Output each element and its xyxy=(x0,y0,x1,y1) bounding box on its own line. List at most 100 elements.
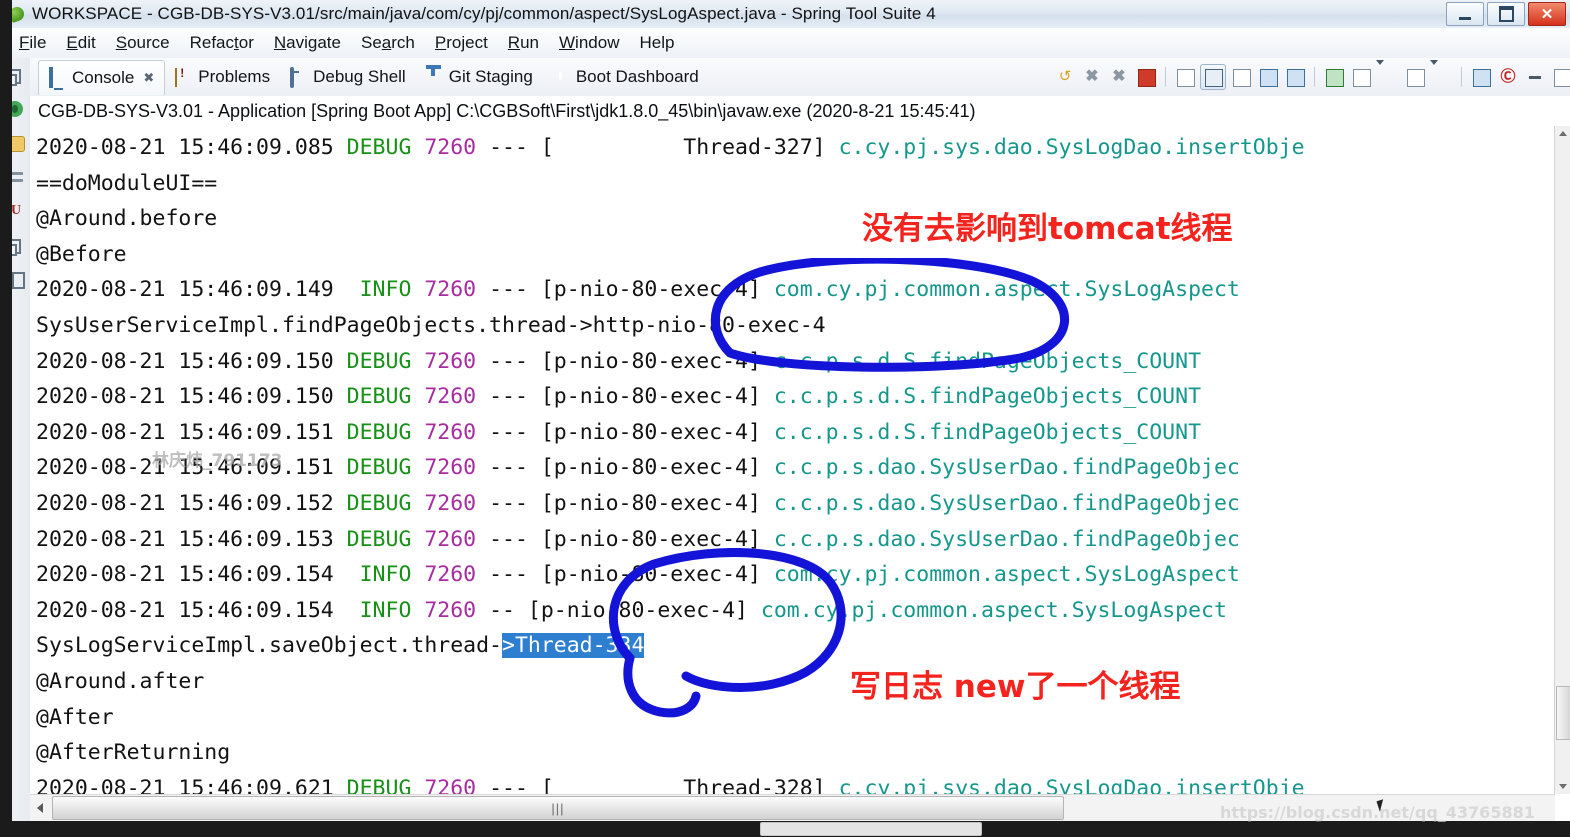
remove-all-terminated-icon[interactable] xyxy=(1229,65,1253,89)
title-bar: WORKSPACE - CGB-DB-SYS-V3.01/src/main/ja… xyxy=(0,0,1570,29)
tab-boot-dashboard[interactable]: Boot Dashboard xyxy=(543,60,709,94)
scroll-down-icon[interactable] xyxy=(1555,779,1570,794)
log-pid: 7260 xyxy=(411,562,477,588)
chevron-down-icon-1[interactable] xyxy=(1376,60,1400,89)
menu-help[interactable]: Help xyxy=(630,31,683,55)
menu-project[interactable]: Project xyxy=(426,31,497,55)
debug-shell-icon xyxy=(290,66,307,88)
menu-window[interactable]: Window xyxy=(550,31,628,55)
view-tab-bar: Console ✖ Problems Debug Shell Git Stagi… xyxy=(30,58,1570,97)
log-pid: 7260 xyxy=(411,384,477,410)
maximize-button[interactable] xyxy=(1487,2,1525,26)
log-pid: 7260 xyxy=(411,775,477,794)
menu-refactor[interactable]: Refactor xyxy=(181,31,263,55)
display-selected-console-icon[interactable] xyxy=(1349,65,1373,89)
log-logger: c.c.p.s.dao.SysUserDao.findPageObjec xyxy=(773,490,1240,516)
console-vertical-scrollbar[interactable] xyxy=(1554,126,1570,794)
console-line: SysUserServiceImpl.findPageObjects.threa… xyxy=(36,308,1555,344)
log-logger: com.cy.pj.common.aspect.SysLogAspect xyxy=(760,597,1227,623)
console-text: ==doModuleUI== xyxy=(36,170,218,196)
log-timestamp: 2020-08-21 15:46:09.621 xyxy=(36,775,347,794)
log-logger: c.cy.pj.sys.dao.SysLogDao.insertObje xyxy=(838,775,1305,794)
selected-thread-text[interactable]: >Thread-334 xyxy=(502,633,645,659)
console-line: @After xyxy=(36,700,1555,736)
log-pid: 7260 xyxy=(411,455,477,481)
console-line: ==doModuleUI== xyxy=(36,166,1555,202)
console-line: SysLogServiceImpl.saveObject.thread->Thr… xyxy=(36,628,1555,664)
stop-icon[interactable] xyxy=(1134,65,1158,89)
log-thread: --- [p-nio-80-exec-4] xyxy=(476,526,774,552)
tab-console-label: Console xyxy=(72,67,135,87)
boot-dashboard-icon xyxy=(553,69,570,86)
scroll-thumb-grip: ||| xyxy=(551,800,565,816)
log-level: DEBUG xyxy=(346,775,412,794)
ansi-console-icon[interactable]: Ⓒ xyxy=(1496,65,1520,89)
log-timestamp: 2020-08-21 15:46:09.154 xyxy=(36,562,347,588)
console-text: @After xyxy=(36,704,114,730)
log-level: DEBUG xyxy=(346,490,412,516)
scroll-left-icon[interactable] xyxy=(30,796,50,820)
menu-file[interactable]: File xyxy=(10,31,55,55)
scroll-lock-icon[interactable] xyxy=(1200,64,1226,90)
menu-edit[interactable]: Edit xyxy=(57,31,104,55)
launch-config-header: CGB-DB-SYS-V3.01 - Application [Spring B… xyxy=(30,96,1570,126)
log-thread: --- [p-nio-80-exec-4] xyxy=(476,419,774,445)
log-thread: --- [p-nio-80-exec-4] xyxy=(476,562,774,588)
watermark-author: 林庆炜_791173 xyxy=(152,451,283,471)
minimize-panel-icon[interactable] xyxy=(1523,65,1547,89)
new-console-view-icon[interactable] xyxy=(1469,65,1493,89)
console-text: @Around.before xyxy=(36,206,218,232)
word-wrap-icon[interactable] xyxy=(1283,65,1307,89)
menu-source[interactable]: Source xyxy=(107,31,179,55)
log-pid: 7260 xyxy=(411,277,477,303)
clear-console-icon[interactable] xyxy=(1256,65,1280,89)
log-level: DEBUG xyxy=(346,455,412,481)
tab-git-staging[interactable]: Git Staging xyxy=(416,60,543,94)
console-line: 2020-08-21 15:46:09.150 DEBUG 7260 --- [… xyxy=(36,344,1555,380)
log-thread: --- [p-nio-80-exec-4] xyxy=(476,455,774,481)
console-line: 2020-08-21 15:46:09.151 DEBUG 7260 --- [… xyxy=(36,415,1555,451)
relaunch-icon[interactable]: ↺ xyxy=(1053,65,1077,89)
tab-console[interactable]: Console ✖ xyxy=(38,59,166,95)
tab-debug-shell[interactable]: Debug Shell xyxy=(280,60,416,94)
terminate-all-icon[interactable]: ✖ xyxy=(1107,65,1131,89)
remove-launch-icon[interactable] xyxy=(1173,65,1197,89)
vertical-scroll-thumb[interactable] xyxy=(1556,686,1570,740)
minimize-button[interactable] xyxy=(1446,2,1484,26)
horizontal-scroll-thumb[interactable]: ||| xyxy=(52,796,1064,820)
log-pid: 7260 xyxy=(411,135,477,160)
menu-run[interactable]: Run xyxy=(499,31,548,55)
menu-search[interactable]: Search xyxy=(352,31,424,55)
menu-bar: File Edit Source Refactor Navigate Searc… xyxy=(0,28,1570,59)
log-level: INFO xyxy=(346,562,412,588)
taskbar-item[interactable] xyxy=(760,822,982,836)
open-console-icon[interactable] xyxy=(1403,65,1427,89)
console-line: 2020-08-21 15:46:09.154 INFO 7260 --- [p… xyxy=(36,557,1555,593)
close-button[interactable]: ✕ xyxy=(1528,2,1566,26)
log-pid: 7260 xyxy=(411,348,477,374)
annotation-tomcat-thread: 没有去影响到tomcat线程 xyxy=(862,211,1233,247)
log-pid: 7260 xyxy=(411,526,477,552)
log-logger: c.c.p.s.d.S.findPageObjects_COUNT xyxy=(773,384,1202,410)
console-line: 2020-08-21 15:46:09.085 DEBUG 7260 --- [… xyxy=(36,130,1555,166)
tab-problems[interactable]: Problems xyxy=(165,60,280,94)
console-line: 2020-08-21 15:46:09.153 DEBUG 7260 --- [… xyxy=(36,522,1555,558)
close-icon[interactable]: ✖ xyxy=(143,70,154,86)
log-thread: -- [p-nio-80-exec-4] xyxy=(476,597,761,623)
log-level: DEBUG xyxy=(346,348,412,374)
chevron-down-icon-2[interactable] xyxy=(1430,60,1454,89)
log-thread: --- [p-nio-80-exec-4] xyxy=(476,490,774,516)
scroll-up-icon[interactable] xyxy=(1555,126,1570,141)
tab-git-staging-label: Git Staging xyxy=(448,67,533,86)
log-level: INFO xyxy=(346,277,412,303)
menu-navigate[interactable]: Navigate xyxy=(265,31,350,55)
log-thread: --- [p-nio-80-exec-4] xyxy=(476,384,774,410)
log-thread: --- [p-nio-80-exec-4] xyxy=(476,277,774,303)
maximize-panel-icon[interactable] xyxy=(1550,65,1570,89)
terminate-icon[interactable]: ✖ xyxy=(1080,65,1104,89)
problems-icon xyxy=(175,67,192,87)
log-timestamp: 2020-08-21 15:46:09.151 xyxy=(36,419,347,445)
pin-console-icon[interactable] xyxy=(1322,65,1346,89)
toolbar-separator-3 xyxy=(1461,67,1462,87)
launch-config-text: CGB-DB-SYS-V3.01 - Application [Spring B… xyxy=(38,100,976,121)
